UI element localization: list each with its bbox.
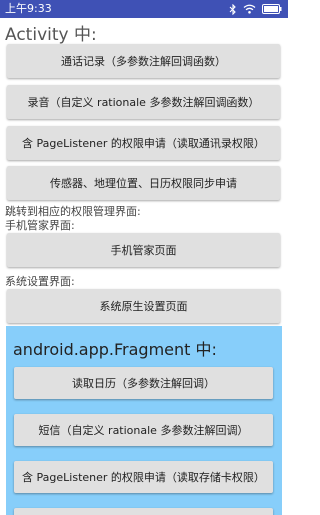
status-bar: 上午9:33 [0, 0, 288, 18]
fragment-next-button[interactable] [14, 508, 273, 515]
bluetooth-icon [229, 3, 237, 15]
phone-manager-button[interactable]: 手机管家页面 [7, 233, 280, 267]
record-audio-button[interactable]: 录音（自定义 rationale 多参数注解回调函数） [7, 85, 280, 119]
system-settings-button[interactable]: 系统原生设置页面 [7, 289, 280, 323]
sms-button[interactable]: 短信（自定义 rationale 多参数注解回调） [14, 414, 273, 446]
status-time: 上午9:33 [5, 2, 52, 15]
activity-title: Activity 中: [5, 25, 97, 45]
sync-permissions-button[interactable]: 传感器、地理位置、日历权限同步申请 [7, 166, 280, 200]
phone-manager-label: 手机管家界面: [5, 219, 75, 232]
contacts-permission-button[interactable]: 含 PageListener 的权限申请（读取通讯录权限） [7, 126, 280, 160]
read-calendar-button[interactable]: 读取日历（多参数注解回调） [14, 367, 273, 399]
call-log-button[interactable]: 通话记录（多参数注解回调函数） [7, 44, 280, 78]
fragment-container: android.app.Fragment 中: 读取日历（多参数注解回调） 短信… [6, 326, 282, 515]
battery-icon [262, 4, 282, 14]
status-icons [229, 0, 282, 18]
fragment-title: android.app.Fragment 中: [13, 340, 217, 359]
wifi-icon [243, 4, 256, 14]
system-settings-label: 系统设置界面: [5, 275, 75, 288]
storage-permission-button[interactable]: 含 PageListener 的权限申请（读取存储卡权限） [14, 461, 273, 493]
